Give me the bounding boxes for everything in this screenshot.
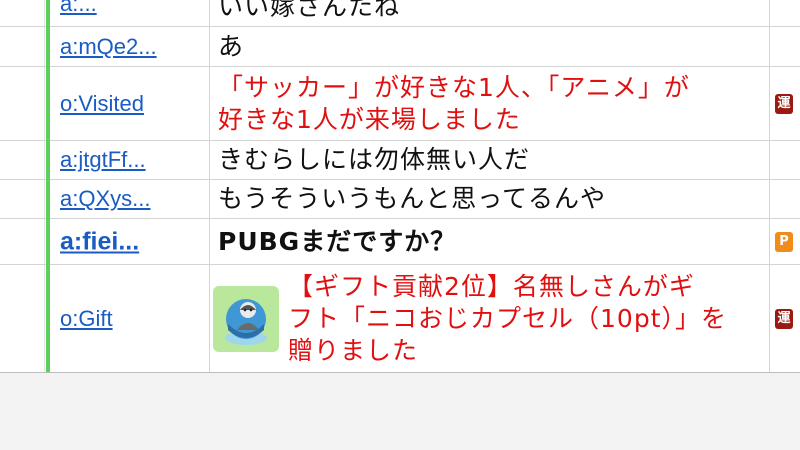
system-message: 「サッカー」が好きな1人、「アニメ」が 好きな1人が来場しました (218, 72, 765, 136)
user-link[interactable]: o:Visited (60, 91, 205, 117)
user-link[interactable]: a:QXys... (60, 186, 205, 212)
table-row[interactable]: a:QXys... もうそういうもんと思ってるんや (0, 180, 800, 219)
user-link[interactable]: a:mQe2... (60, 34, 205, 60)
user-cell: a:QXys... (49, 180, 210, 218)
premium-badge: P (775, 231, 793, 252)
user-cell: o:Visited (49, 67, 210, 140)
message-cell: 「サッカー」が好きな1人、「アニメ」が 好きな1人が来場しました (210, 67, 770, 140)
comment-text: いい嫁さんたね (218, 0, 401, 21)
comment-text: きむらしには勿体無い人だ (218, 145, 531, 174)
message-cell: あ (210, 27, 770, 66)
message-line: フト「ニコおじカプセル（10pt）」を (288, 303, 727, 333)
message-line: 好きな1人が来場しました (218, 104, 521, 134)
user-cell: a:fiei... (49, 219, 210, 264)
comment-text: もうそういうもんと思ってるんや (218, 184, 607, 213)
table-row[interactable]: a:fiei... PUBGまだですか？ P (0, 219, 800, 265)
comment-text: あ (218, 31, 245, 61)
status-badge: 運 (775, 93, 793, 114)
comment-text: PUBGまだですか？ (218, 226, 457, 256)
status-badge: 運 (775, 308, 793, 329)
gift-message: 【ギフト貢献2位】名無しさんがギ フト「ニコおじカプセル（10pt）」を 贈りま… (288, 271, 765, 367)
capsule-character-icon (213, 285, 279, 352)
message-cell: いい嫁さんたね (210, 0, 770, 26)
message-cell: PUBGまだですか？ (210, 219, 770, 264)
comment-grid: a:... いい嫁さんたね a:mQe2... あ o:Visited 「サッカ… (0, 0, 800, 373)
table-row[interactable]: a:... いい嫁さんたね (0, 0, 800, 27)
user-link[interactable]: a:jtgtFf... (60, 147, 205, 173)
message-cell: きむらしには勿体無い人だ (210, 141, 770, 179)
user-link[interactable]: a:... (60, 0, 205, 17)
message-line: 贈りました (288, 335, 419, 365)
user-link[interactable]: a:fiei... (60, 227, 205, 256)
table-row[interactable]: a:mQe2... あ (0, 27, 800, 67)
message-line: 【ギフト貢献2位】名無しさんがギ (288, 271, 695, 301)
user-cell: a:mQe2... (49, 27, 210, 66)
table-row[interactable]: o:Visited 「サッカー」が好きな1人、「アニメ」が 好きな1人が来場しま… (0, 67, 800, 141)
message-cell: 【ギフト貢献2位】名無しさんがギ フト「ニコおじカプセル（10pt）」を 贈りま… (210, 265, 770, 372)
user-cell: o:Gift (49, 265, 210, 372)
table-row[interactable]: a:jtgtFf... きむらしには勿体無い人だ (0, 141, 800, 180)
message-line: 「サッカー」が好きな1人、「アニメ」が (218, 72, 690, 102)
user-link[interactable]: o:Gift (60, 306, 205, 332)
user-cell: a:... (49, 0, 210, 26)
user-cell: a:jtgtFf... (49, 141, 210, 179)
table-row[interactable]: o:Gift 【ギフト貢献2位】名無しさんがギ フト「ニコおじカプセル（10pt… (0, 265, 800, 372)
green-indicator-bar (46, 0, 50, 372)
message-cell: もうそういうもんと思ってるんや (210, 180, 770, 218)
